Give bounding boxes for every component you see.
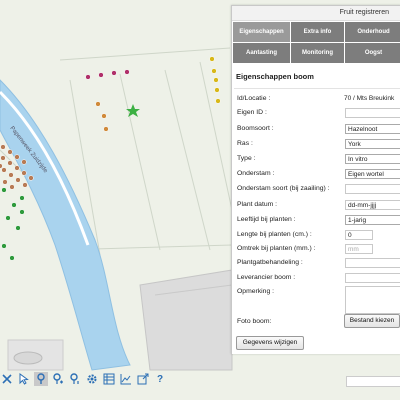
- label-plantgat: Plantgatbehandeling :: [237, 259, 303, 266]
- tree-marker[interactable]: [28, 175, 34, 181]
- tree-marker[interactable]: [209, 56, 215, 62]
- tree-marker[interactable]: [11, 202, 17, 208]
- tree-marker[interactable]: [14, 165, 20, 171]
- tree-marker[interactable]: [9, 184, 15, 190]
- map-toolbar: ?: [0, 371, 400, 387]
- value-id: 70 / Mts Breukink: [344, 95, 395, 102]
- ras-select[interactable]: York: [345, 139, 400, 149]
- tab-aantasting[interactable]: Aantasting: [233, 43, 290, 63]
- tree-marker[interactable]: [0, 144, 6, 150]
- tree-marker[interactable]: [211, 68, 217, 74]
- label-leverancier: Leverancier boom :: [237, 274, 296, 281]
- tree-marker[interactable]: [22, 182, 28, 188]
- plant-datum-input[interactable]: dd-mm-jjjj: [345, 200, 400, 210]
- tree-marker[interactable]: [21, 170, 27, 176]
- save-changes-button[interactable]: Gegevens wijzigen: [236, 336, 304, 350]
- tree-marker[interactable]: [7, 149, 13, 155]
- omtrek-input[interactable]: mm: [345, 244, 373, 254]
- close-icon[interactable]: [0, 372, 14, 386]
- label-boomsoort: Boomsoort :: [237, 125, 274, 132]
- export-icon[interactable]: [136, 372, 150, 386]
- tree-marker[interactable]: [21, 159, 27, 165]
- tree-marker[interactable]: [19, 195, 25, 201]
- eigen-id-input[interactable]: [345, 108, 400, 118]
- tab-oogst[interactable]: Oogst: [345, 43, 400, 63]
- tree-marker[interactable]: [98, 72, 104, 78]
- cursor-icon[interactable]: [17, 372, 31, 386]
- label-opmerking: Opmerking :: [237, 288, 275, 295]
- tree-marker[interactable]: [213, 77, 219, 83]
- lengte-input[interactable]: 0: [345, 230, 373, 240]
- label-onderstam-soort: Onderstam soort (bij zaailing) :: [237, 185, 330, 192]
- panel-title: Fruit registreren: [232, 6, 400, 21]
- tab-bar: Eigenschappen Extra info Onderhoud Aanta…: [233, 22, 400, 63]
- tree-marker[interactable]: [1, 243, 7, 249]
- scale-bar: [346, 376, 400, 387]
- label-foto: Foto boom:: [237, 318, 272, 325]
- tree-marker[interactable]: [95, 101, 101, 107]
- tree-info-icon[interactable]: [68, 372, 82, 386]
- label-eigen-id: Eigen ID :: [237, 109, 267, 116]
- tab-extra-info[interactable]: Extra info: [291, 22, 344, 42]
- label-ras: Ras :: [237, 140, 253, 147]
- tab-monitoring[interactable]: Monitoring: [291, 43, 344, 63]
- leverancier-input[interactable]: [345, 273, 400, 283]
- tree-marker[interactable]: [8, 172, 14, 178]
- building-area: [139, 269, 233, 371]
- fruit-register-panel: Fruit registreren Eigenschappen Extra in…: [231, 5, 400, 354]
- divider: [234, 88, 400, 89]
- label-onderstam: Onderstam :: [237, 170, 275, 177]
- help-icon[interactable]: ?: [153, 372, 167, 386]
- tree-marker[interactable]: [15, 225, 21, 231]
- tree-marker[interactable]: [101, 113, 107, 119]
- onderstam-select[interactable]: Eigen wortel: [345, 169, 400, 179]
- settings-icon[interactable]: [85, 372, 99, 386]
- tree-marker[interactable]: [214, 87, 220, 93]
- label-plant-datum: Plant datum :: [237, 201, 278, 208]
- tree-marker[interactable]: [85, 74, 91, 80]
- chart-icon[interactable]: [119, 372, 133, 386]
- type-select[interactable]: In vitro: [345, 154, 400, 164]
- tree-marker[interactable]: [9, 255, 15, 261]
- label-leeftijd: Leeftijd bij planten :: [237, 216, 296, 223]
- tree-marker[interactable]: [7, 160, 13, 166]
- onderstam-soort-input[interactable]: [345, 184, 400, 194]
- tree-marker[interactable]: [103, 126, 109, 132]
- file-choose-button[interactable]: Bestand kiezen: [344, 314, 400, 328]
- list-icon[interactable]: [102, 372, 116, 386]
- tree-marker-icon[interactable]: [34, 372, 48, 386]
- tab-onderhoud[interactable]: Onderhoud: [345, 22, 400, 42]
- label-type: Type :: [237, 155, 256, 162]
- section-title: Eigenschappen boom: [236, 72, 314, 81]
- tree-marker[interactable]: [111, 70, 117, 76]
- add-tree-icon[interactable]: [51, 372, 65, 386]
- tree-marker[interactable]: [1, 167, 7, 173]
- leeftijd-select[interactable]: 1-jarig: [345, 215, 400, 225]
- boomsoort-select[interactable]: Hazelnoot: [345, 124, 400, 134]
- opmerking-textarea[interactable]: [345, 286, 400, 314]
- label-omtrek: Omtrek bij planten (mm.) :: [237, 245, 316, 252]
- tree-marker[interactable]: [14, 154, 20, 160]
- plantgat-input[interactable]: [345, 258, 400, 268]
- label-lengte: Lengte bij planten (cm.) :: [237, 231, 312, 238]
- tab-eigenschappen[interactable]: Eigenschappen: [233, 22, 290, 42]
- label-id: Id/Locatie :: [237, 95, 271, 102]
- tree-marker[interactable]: [0, 155, 6, 161]
- tree-marker[interactable]: [1, 187, 7, 193]
- tree-marker[interactable]: [124, 69, 130, 75]
- tree-marker[interactable]: [2, 179, 8, 185]
- tree-marker[interactable]: [215, 98, 221, 104]
- tree-marker[interactable]: [0, 163, 3, 169]
- tree-marker[interactable]: [5, 215, 11, 221]
- tree-marker[interactable]: [19, 209, 25, 215]
- tree-marker[interactable]: [15, 177, 21, 183]
